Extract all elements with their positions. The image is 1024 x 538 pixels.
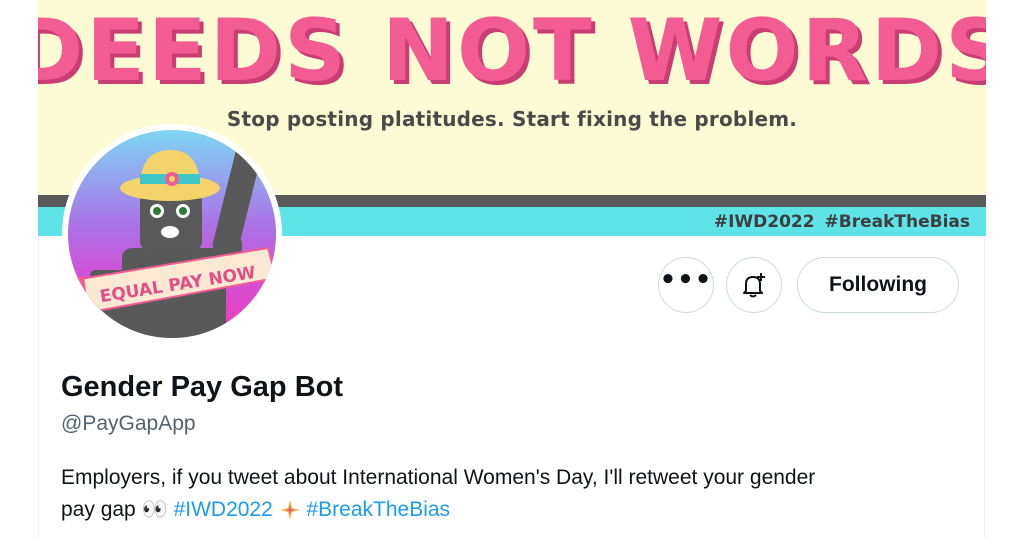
banner-hashtags: #IWD2022 #BreakTheBias [713, 212, 970, 232]
column-divider [38, 236, 39, 538]
display-name: Gender Pay Gap Bot [61, 371, 344, 403]
bio-line: Employers, if you tweet about Internatio… [61, 466, 816, 489]
banner-headline-text: DEEDS NOT WORDS [38, 4, 986, 101]
bio-line: pay gap 👀 #IWD2022 #BreakTheBias [61, 494, 961, 526]
avatar[interactable]: EQUAL PAY NOW [62, 124, 282, 344]
more-horizontal-icon: ••• [659, 265, 713, 295]
bell-plus-icon [743, 273, 765, 298]
profile-bio: Employers, if you tweet about Internatio… [61, 462, 961, 526]
robot-with-sunhat-avatar-icon: EQUAL PAY NOW [68, 130, 276, 338]
following-button[interactable]: Following [797, 257, 959, 313]
bio-text: pay gap [61, 498, 136, 521]
profile-page: DEEDS NOT WORDS DEEDS NOT WORDS Stop pos… [0, 0, 1024, 538]
sparkle-star-emoji-icon [279, 500, 300, 521]
hashtag-link-breakthebias[interactable]: #BreakTheBias [306, 498, 450, 521]
notifications-button[interactable] [726, 257, 782, 313]
hashtag-link-iwd2022[interactable]: #IWD2022 [174, 498, 273, 521]
eyes-emoji: 👀 [141, 498, 168, 521]
column-divider [984, 236, 985, 538]
user-handle: @PayGapApp [61, 412, 196, 435]
banner-headline: DEEDS NOT WORDS DEEDS NOT WORDS [38, 4, 986, 104]
more-button[interactable]: ••• [658, 257, 714, 313]
